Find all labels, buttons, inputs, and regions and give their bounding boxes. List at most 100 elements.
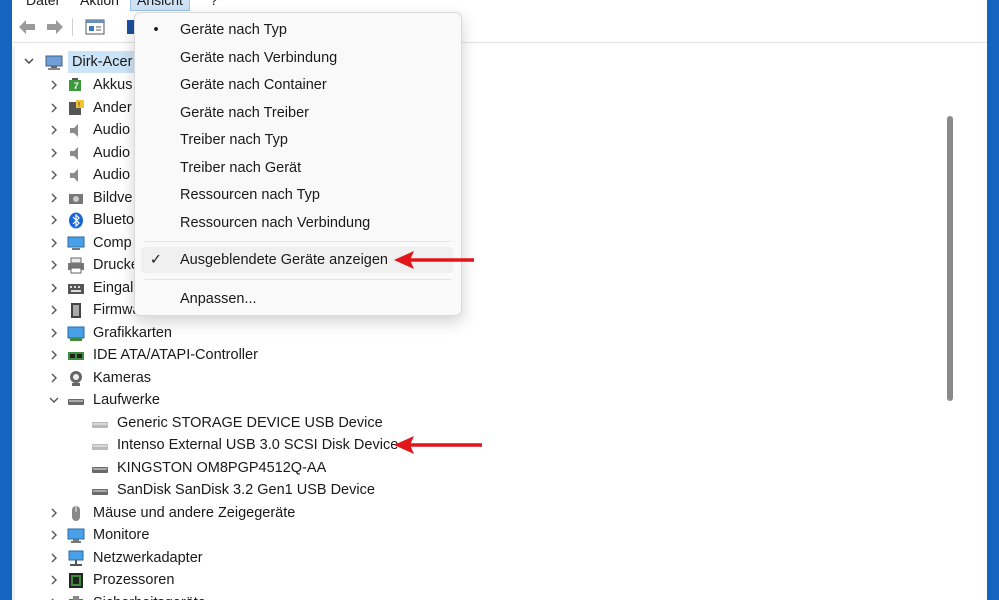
chevron-right-icon[interactable] xyxy=(48,367,62,389)
computer-icon xyxy=(67,235,85,252)
menu-item-view-option[interactable]: Treiber nach Gerät xyxy=(135,155,461,181)
menu-item-view-option[interactable]: • Geräte nach Typ xyxy=(135,17,461,43)
chevron-right-icon[interactable] xyxy=(48,119,62,141)
menu-item-view-option[interactable]: Geräte nach Treiber xyxy=(135,100,461,126)
annotation-arrow-menu xyxy=(394,251,474,269)
drive-icon xyxy=(67,392,85,409)
menu-aktion[interactable]: Aktion xyxy=(74,0,125,10)
chevron-right-icon[interactable] xyxy=(48,164,62,186)
tree-drive-item[interactable]: Intenso External USB 3.0 SCSI Disk Devic… xyxy=(15,434,955,456)
tree-drive-item[interactable]: Generic STORAGE DEVICE USB Device xyxy=(15,412,955,434)
chevron-right-icon[interactable] xyxy=(48,187,62,209)
mouse-icon xyxy=(67,505,85,522)
chevron-right-icon[interactable] xyxy=(48,592,62,600)
tree-category-label: Audio xyxy=(93,144,131,161)
tree-category-label: Prozessoren xyxy=(93,572,175,588)
chevron-right-icon[interactable] xyxy=(48,547,62,569)
menu-item-label: Ressourcen nach Typ xyxy=(180,187,320,203)
menu-separator xyxy=(145,241,451,242)
tree-category-ma-use-und-andere-zeigegera-te[interactable]: Mäuse und andere Zeigegeräte xyxy=(15,502,955,524)
radio-bullet-icon: • xyxy=(153,22,159,38)
chevron-right-icon[interactable] xyxy=(48,524,62,546)
tree-category-label: Sicherheitsgeräte xyxy=(93,592,206,600)
tree-drive-label: SanDisk SanDisk 3.2 Gen1 USB Device xyxy=(117,482,375,498)
drive-icon xyxy=(91,482,109,499)
drive-icon xyxy=(91,415,109,432)
speaker-icon xyxy=(67,122,85,139)
tree-category-monitore[interactable]: Monitore xyxy=(15,524,955,546)
tree-drive-label: Intenso External USB 3.0 SCSI Disk Devic… xyxy=(117,437,399,453)
chevron-right-icon[interactable] xyxy=(48,502,62,524)
menu-item-label: Treiber nach Typ xyxy=(180,132,288,148)
drive-icon xyxy=(91,437,109,454)
display-adapter-icon xyxy=(67,325,85,342)
webcam-icon xyxy=(67,370,85,387)
menu-item-view-option[interactable]: Geräte nach Verbindung xyxy=(135,45,461,71)
security-device-icon xyxy=(67,595,85,600)
keyboard-icon xyxy=(67,280,85,297)
vertical-scrollbar[interactable] xyxy=(947,116,953,401)
menu-item-view-option[interactable]: Treiber nach Typ xyxy=(135,127,461,153)
tree-category-label: Mäuse und andere Zeigegeräte xyxy=(93,504,296,521)
processor-icon xyxy=(67,572,85,589)
back-arrow-icon[interactable] xyxy=(16,16,38,38)
tree-category-prozessoren[interactable]: Prozessoren xyxy=(15,569,955,591)
menu-item-label: Anpassen... xyxy=(180,291,257,307)
unknown-device-icon: ! xyxy=(67,99,85,117)
tree-category-label: Drucke xyxy=(93,257,139,273)
firmware-chip-icon xyxy=(67,302,85,319)
chevron-right-icon[interactable] xyxy=(48,74,62,96)
menu-help[interactable]: ? xyxy=(204,0,224,10)
tree-category-label: IDE ATA/ATAPI-Controller xyxy=(93,347,258,363)
tree-category-kameras[interactable]: Kameras xyxy=(15,367,955,389)
menu-item-label: Geräte nach Treiber xyxy=(180,104,309,121)
tree-category-label: Audio xyxy=(93,167,131,183)
forward-arrow-icon[interactable] xyxy=(44,16,66,38)
toolbar-separator xyxy=(72,18,73,36)
tree-drive-item[interactable]: SanDisk SanDisk 3.2 Gen1 USB Device xyxy=(15,479,955,501)
properties-icon[interactable] xyxy=(84,16,106,38)
tree-category-laufwerke[interactable]: Laufwerke xyxy=(15,389,955,411)
tree-category-ide-ata-atapi-controller[interactable]: IDE ATA/ATAPI-Controller xyxy=(15,344,955,366)
chevron-right-icon[interactable] xyxy=(48,322,62,344)
monitor-icon xyxy=(67,527,85,544)
chevron-right-icon[interactable] xyxy=(48,344,62,366)
menu-item-label: Geräte nach Container xyxy=(180,77,327,93)
chevron-right-icon[interactable] xyxy=(48,142,62,164)
chevron-right-icon[interactable] xyxy=(48,254,62,276)
computer-root-icon xyxy=(45,54,63,71)
menu-item-label: Geräte nach Verbindung xyxy=(180,49,338,66)
menu-separator xyxy=(145,279,451,280)
chevron-down-icon[interactable] xyxy=(48,389,62,411)
tree-category-label: Comp xyxy=(93,234,132,251)
tree-category-label: Blueto xyxy=(93,212,135,228)
menu-datei[interactable]: Datei xyxy=(20,0,65,10)
menu-item-label: Ressourcen nach Verbindung xyxy=(180,214,371,231)
tree-category-label: Eingal xyxy=(93,279,134,296)
chevron-right-icon[interactable] xyxy=(48,232,62,254)
tree-category-netzwerkadapter[interactable]: Netzwerkadapter xyxy=(15,547,955,569)
menu-item-label: Treiber nach Gerät xyxy=(180,159,302,176)
tree-category-label: Grafikkarten xyxy=(93,324,172,341)
annotation-arrow-drive xyxy=(394,436,482,454)
tree-drive-label: KINGSTON OM8PGP4512Q-AA xyxy=(117,459,327,476)
tree-drive-label: Generic STORAGE DEVICE USB Device xyxy=(117,414,383,431)
chevron-right-icon[interactable] xyxy=(48,97,62,119)
menu-item-view-option[interactable]: Geräte nach Container xyxy=(135,72,461,98)
network-adapter-icon xyxy=(67,550,85,567)
menu-item-view-option[interactable]: Ressourcen nach Verbindung xyxy=(135,210,461,236)
tree-drive-item[interactable]: KINGSTON OM8PGP4512Q-AA xyxy=(15,457,955,479)
menu-item-label: Ausgeblendete Geräte anzeigen xyxy=(180,252,388,268)
tree-category-grafikkarten[interactable]: Grafikkarten xyxy=(15,322,955,344)
chevron-right-icon[interactable] xyxy=(48,209,62,231)
menu-ansicht[interactable]: Ansicht xyxy=(130,0,190,11)
chevron-right-icon[interactable] xyxy=(48,299,62,321)
tree-category-sicherheitsgera-te[interactable]: Sicherheitsgeräte xyxy=(15,592,955,600)
chevron-down-icon[interactable] xyxy=(23,51,37,73)
menu-item-customize[interactable]: Anpassen... xyxy=(135,286,461,312)
tree-category-label: Ander xyxy=(93,99,132,116)
chevron-right-icon[interactable] xyxy=(48,569,62,591)
menu-item-view-option[interactable]: Ressourcen nach Typ xyxy=(135,182,461,208)
tree-category-label: Akkus xyxy=(93,77,133,93)
chevron-right-icon[interactable] xyxy=(48,277,62,299)
